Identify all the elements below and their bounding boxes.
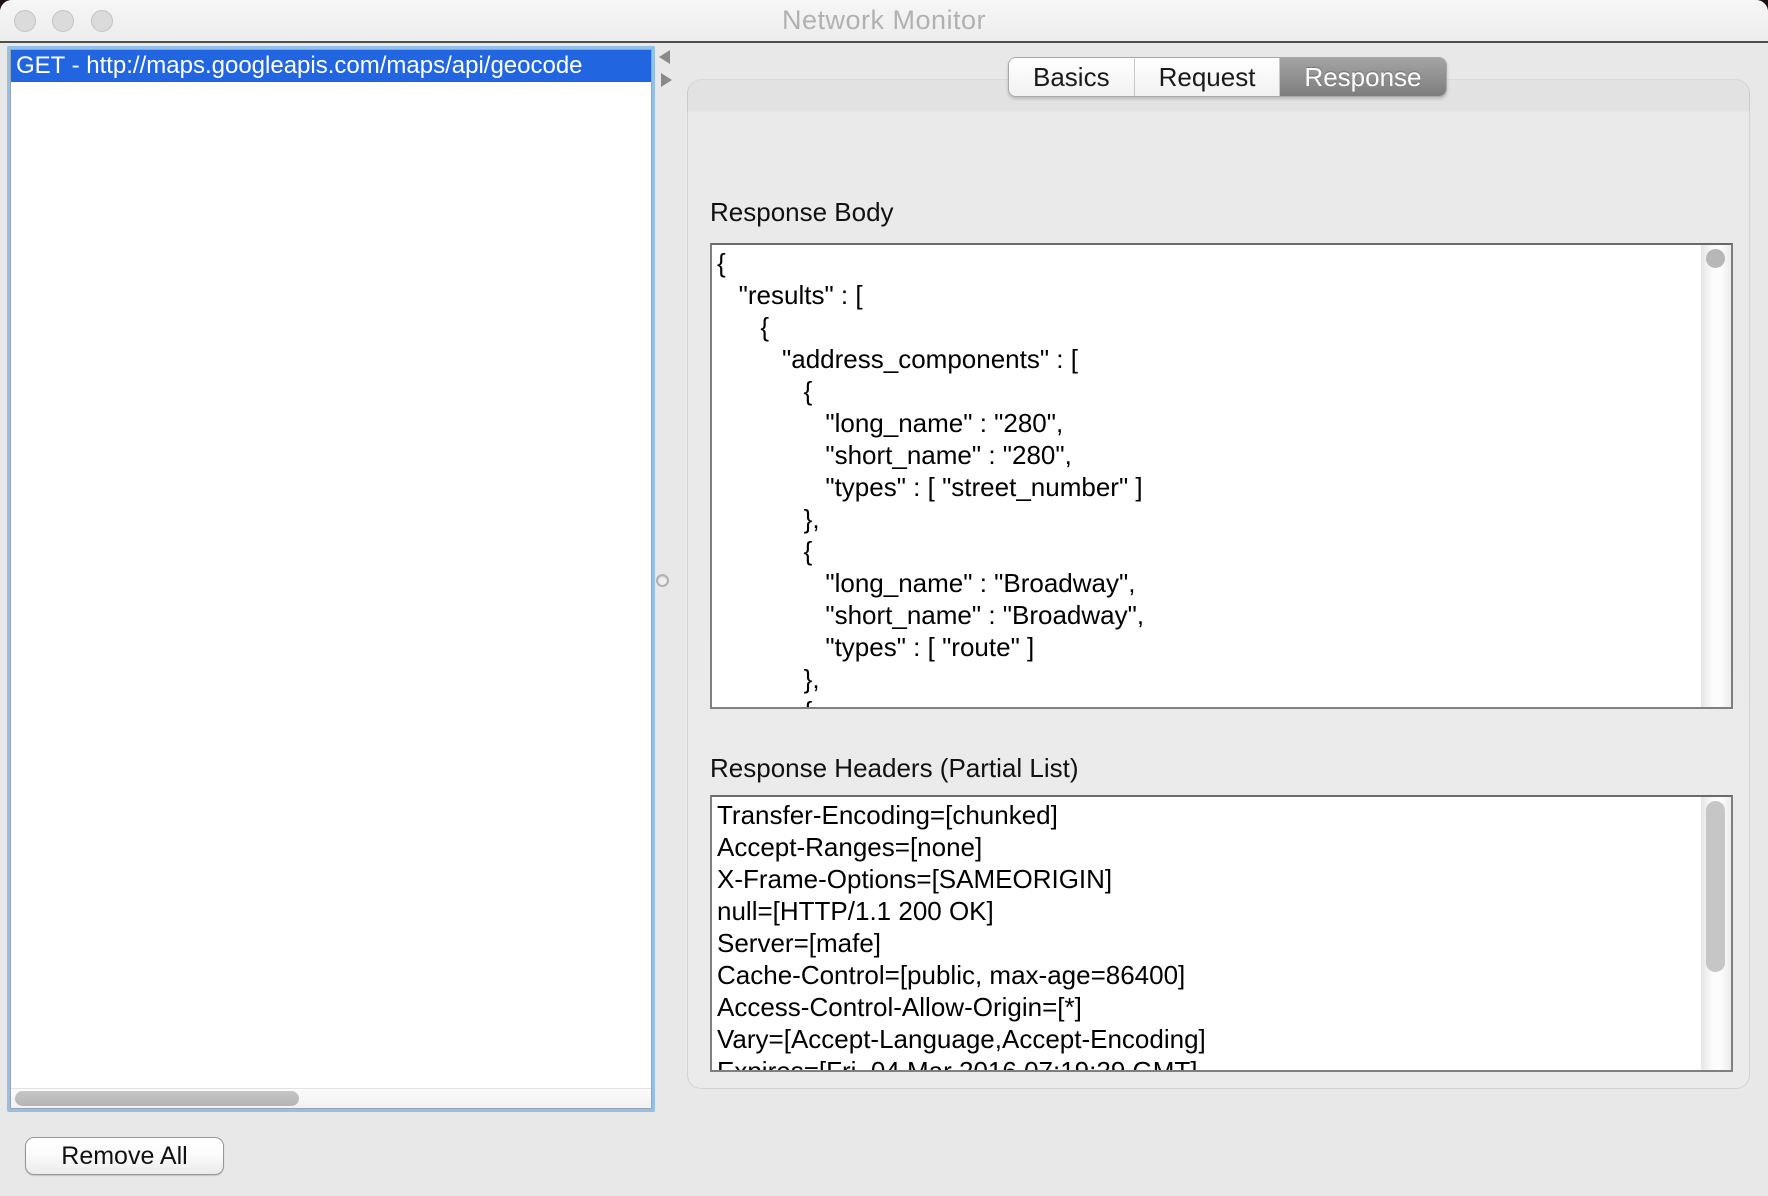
response-headers-scrollbar[interactable] bbox=[1701, 797, 1731, 1070]
splitpane-divider-knob[interactable] bbox=[656, 574, 669, 587]
splitpane-collapse-right-icon[interactable] bbox=[661, 73, 672, 87]
network-monitor-window: Network Monitor GET - http://maps.google… bbox=[0, 0, 1768, 1196]
response-body-scrollbar[interactable] bbox=[1701, 245, 1731, 707]
horizontal-scrollbar-thumb[interactable] bbox=[15, 1091, 299, 1106]
response-headers-label: Response Headers (Partial List) bbox=[710, 753, 1079, 784]
response-headers-scrollbar-thumb[interactable] bbox=[1706, 801, 1725, 972]
request-list-item-selected[interactable]: GET - http://maps.googleapis.com/maps/ap… bbox=[11, 50, 651, 82]
horizontal-scrollbar[interactable] bbox=[11, 1088, 651, 1108]
tab-basics[interactable]: Basics bbox=[1009, 58, 1135, 96]
response-headers-box: Transfer-Encoding=[chunked] Accept-Range… bbox=[710, 795, 1733, 1072]
request-list: GET - http://maps.googleapis.com/maps/ap… bbox=[7, 46, 655, 1112]
detail-tab-bar: Basics Request Response bbox=[1008, 57, 1447, 97]
response-body-scrollbar-thumb[interactable] bbox=[1706, 249, 1725, 268]
window-title: Network Monitor bbox=[0, 0, 1768, 41]
response-body-box: { "results" : [ { "address_components" :… bbox=[710, 243, 1733, 709]
response-headers-text: Transfer-Encoding=[chunked] Accept-Range… bbox=[717, 799, 1699, 1070]
title-bar: Network Monitor bbox=[0, 0, 1768, 43]
tab-response[interactable]: Response bbox=[1280, 58, 1445, 96]
response-body-label: Response Body bbox=[710, 197, 894, 228]
splitpane-collapse-left-icon[interactable] bbox=[659, 50, 670, 64]
tab-request[interactable]: Request bbox=[1135, 58, 1281, 96]
remove-all-button[interactable]: Remove All bbox=[25, 1137, 224, 1175]
response-body-text: { "results" : [ { "address_components" :… bbox=[717, 247, 1699, 707]
